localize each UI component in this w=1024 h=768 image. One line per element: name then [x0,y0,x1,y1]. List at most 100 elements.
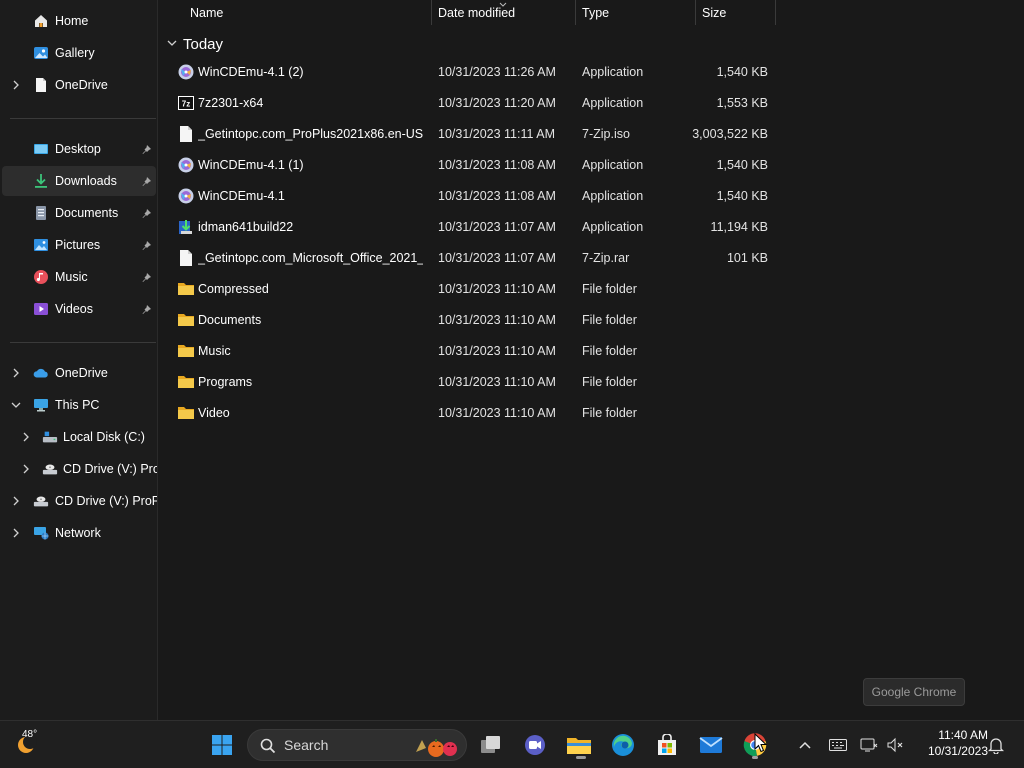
nav-label: OneDrive [55,78,108,92]
column-header-name[interactable]: Name [190,0,430,25]
nav-item-home[interactable]: Home [2,6,156,36]
network-tray-icon[interactable] [856,729,882,761]
desktop-icon [33,141,49,157]
folder-row[interactable]: Documents 10/31/2023 11:10 AM File folder [159,305,779,335]
nav-item-onedrive-personal[interactable]: OneDrive [2,70,156,100]
nav-item-onedrive[interactable]: OneDrive [2,358,156,388]
nav-item-gallery[interactable]: Gallery [2,38,156,68]
nav-item-network[interactable]: Network [2,518,156,548]
file-icon [177,243,195,273]
file-name: Documents [198,313,262,327]
column-divider[interactable] [695,0,696,25]
folder-icon [177,367,195,397]
cd-drive-icon [33,493,49,509]
file-name: WinCDEmu-4.1 (2) [198,65,304,79]
app-disc-icon [177,150,195,180]
column-divider[interactable] [775,0,776,25]
nav-item-cd-drive-nested[interactable]: CD Drive (V:) ProP [2,454,157,484]
file-type: Application [582,96,644,110]
pin-icon[interactable] [142,304,152,314]
taskbar-search-box[interactable]: Search [247,729,467,761]
chevron-right-icon[interactable] [20,431,32,443]
videos-icon [33,301,49,317]
folder-row[interactable]: Compressed 10/31/2023 11:10 AM File folder [159,274,779,304]
sort-indicator-icon [499,0,507,11]
task-view-icon[interactable] [475,729,507,761]
notification-bell-icon[interactable] [982,729,1010,761]
file-name: Music [198,344,231,358]
pin-icon[interactable] [142,208,152,218]
pin-icon[interactable] [142,272,152,282]
nav-item-cd-drive[interactable]: CD Drive (V:) ProPlu [2,486,157,516]
search-highlight-halloween-icon [414,734,462,761]
file-date-modified: 10/31/2023 11:08 AM [438,189,556,203]
folder-row[interactable]: Programs 10/31/2023 11:10 AM File folder [159,367,779,397]
clock-time: 11:40 AM [938,728,988,742]
chevron-right-icon[interactable] [10,367,22,379]
file-explorer-icon[interactable] [563,729,595,761]
folder-row[interactable]: Video 10/31/2023 11:10 AM File folder [159,398,779,428]
chevron-right-icon[interactable] [10,495,22,507]
file-name: idman641build22 [198,220,294,234]
nav-label: Pictures [55,238,101,252]
file-row[interactable]: _Getintopc.com_Microsoft_Office_2021_...… [159,243,779,273]
file-row[interactable]: WinCDEmu-4.1 10/31/2023 11:08 AM Applicati… [159,181,779,211]
file-size [692,305,768,335]
file-date-modified: 10/31/2023 11:10 AM [438,344,556,358]
nav-item-this-pc[interactable]: This PC [2,390,156,420]
pin-icon[interactable] [142,176,152,186]
file-name: _Getintopc.com_Microsoft_Office_2021_... [198,251,423,265]
file-size: 101 KB [726,251,768,265]
file-row[interactable]: 7z 7z2301-x64 10/31/2023 11:20 AM Applicati… [159,88,779,118]
file-type: Application [582,158,644,172]
file-row[interactable]: WinCDEmu-4.1 (1) 10/31/2023 11:08 AM Appli… [159,150,779,180]
pin-icon[interactable] [142,144,152,154]
taskbar-clock[interactable]: 11:40 AM 10/31/2023 [912,727,988,759]
mail-icon[interactable] [695,729,727,761]
column-divider[interactable] [575,0,576,25]
store-icon[interactable] [651,729,683,761]
folder-icon [177,336,195,366]
column-divider[interactable] [431,0,432,25]
file-size [692,367,768,397]
file-row[interactable]: _Getintopc.com_ProPlus2021x86.en-US.iso 1… [159,119,779,149]
keyboard-icon[interactable] [824,729,852,761]
chevron-down-icon[interactable] [10,399,22,411]
nav-label: Desktop [55,142,101,156]
file-date-modified: 10/31/2023 11:26 AM [438,65,556,79]
nav-item-downloads[interactable]: Downloads [2,166,156,196]
chevron-down-icon[interactable] [167,37,177,51]
search-icon [260,738,276,757]
file-date-modified: 10/31/2023 11:07 AM [438,251,556,265]
file-type: Application [582,189,644,203]
nav-item-local-disk[interactable]: Local Disk (C:) [2,422,156,452]
nav-label: Local Disk (C:) [63,430,145,444]
file-row[interactable]: WinCDEmu-4.1 (2) 10/31/2023 11:26 AM Appli… [159,57,779,87]
column-header-size[interactable]: Size [702,0,772,25]
file-row[interactable]: idman641build22 10/31/2023 11:07 AM Applic… [159,212,779,242]
teams-chat-icon[interactable] [519,729,551,761]
edge-icon[interactable] [607,729,639,761]
nav-item-music[interactable]: Music [2,262,156,292]
nav-label: This PC [55,398,100,412]
chevron-right-icon[interactable] [20,463,32,475]
folder-row[interactable]: Music 10/31/2023 11:10 AM File folder [159,336,779,366]
chevron-right-icon[interactable] [10,527,22,539]
file-name: Video [198,406,230,420]
nav-item-videos[interactable]: Videos [2,294,156,324]
chevron-right-icon[interactable] [10,79,22,91]
nav-item-documents[interactable]: Documents [2,198,156,228]
column-header-type[interactable]: Type [582,0,692,25]
file-date-modified: 10/31/2023 11:11 AM [438,127,555,141]
nav-label: Network [55,526,101,540]
pin-icon[interactable] [142,240,152,250]
nav-item-desktop[interactable]: Desktop [2,134,156,164]
windows-start-icon[interactable] [206,729,238,761]
running-indicator [752,756,758,759]
nav-item-pictures[interactable]: Pictures [2,230,156,260]
group-header-today[interactable]: Today [167,34,223,54]
file-date-modified: 10/31/2023 11:10 AM [438,406,556,420]
chevron-up-icon[interactable] [792,729,818,761]
file-size [692,336,768,366]
volume-muted-icon[interactable] [882,729,908,761]
